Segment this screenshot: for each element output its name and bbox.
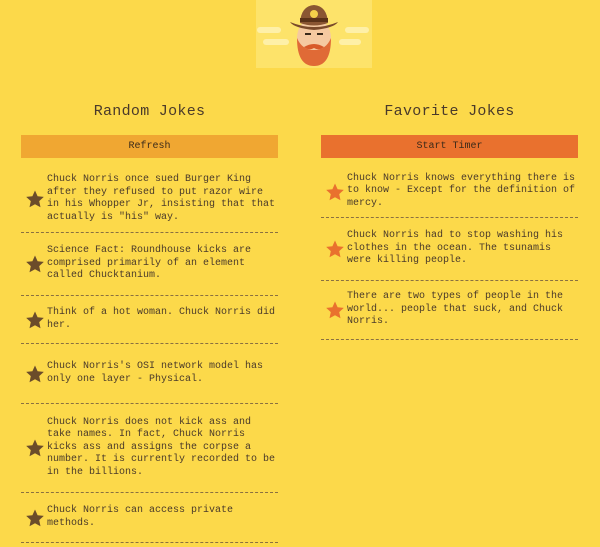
random-joke-text: Chuck Norris can access private methods. bbox=[47, 505, 234, 529]
app-logo bbox=[256, 0, 372, 68]
favorite-joke-item: Chuck Norris knows everything there is t… bbox=[321, 166, 578, 218]
random-joke-item: Think of a hot woman. Chuck Norris did h… bbox=[21, 296, 278, 344]
favorite-joke-text: Chuck Norris knows everything there is t… bbox=[347, 172, 576, 209]
star-icon[interactable] bbox=[25, 189, 45, 209]
favorite-joke-item: Chuck Norris had to stop washing his clo… bbox=[321, 218, 578, 281]
cowboy-face-icon bbox=[257, 5, 369, 66]
random-joke-text: Think of a hot woman. Chuck Norris did h… bbox=[47, 307, 276, 331]
random-jokes-list: Chuck Norris once sued Burger King after… bbox=[21, 166, 278, 543]
random-joke-text: Science Fact: Roundhouse kicks are compr… bbox=[47, 245, 252, 282]
star-icon[interactable] bbox=[325, 300, 345, 320]
star-icon[interactable] bbox=[25, 364, 45, 384]
random-joke-text: Chuck Norris once sued Burger King after… bbox=[47, 174, 276, 223]
star-icon[interactable] bbox=[25, 310, 45, 330]
random-joke-text: Chuck Norris does not kick ass and take … bbox=[47, 416, 276, 478]
star-icon[interactable] bbox=[25, 254, 45, 274]
random-joke-text: Chuck Norris's OSI network model has onl… bbox=[47, 361, 264, 385]
random-joke-item: Chuck Norris's OSI network model has onl… bbox=[21, 344, 278, 404]
star-icon[interactable] bbox=[25, 438, 45, 458]
random-joke-item: Chuck Norris can access private methods. bbox=[21, 493, 278, 543]
favorite-joke-text: Chuck Norris had to stop washing his clo… bbox=[347, 230, 564, 267]
favorite-jokes-column: Favorite Jokes Start Timer Chuck Norris … bbox=[321, 102, 578, 340]
random-joke-item: Chuck Norris once sued Burger King after… bbox=[21, 166, 278, 233]
random-joke-item: Chuck Norris does not kick ass and take … bbox=[21, 404, 278, 493]
favorite-jokes-title: Favorite Jokes bbox=[384, 103, 515, 120]
random-joke-item: Science Fact: Roundhouse kicks are compr… bbox=[21, 233, 278, 296]
star-icon[interactable] bbox=[325, 182, 345, 202]
star-icon[interactable] bbox=[25, 508, 45, 528]
random-jokes-column: Random Jokes Refresh Chuck Norris once s… bbox=[21, 102, 278, 543]
refresh-button[interactable]: Refresh bbox=[21, 135, 278, 158]
random-jokes-title: Random Jokes bbox=[93, 103, 206, 120]
favorite-jokes-list: Chuck Norris knows everything there is t… bbox=[321, 166, 578, 340]
favorite-joke-text: There are two types of people in the wor… bbox=[347, 291, 564, 328]
favorite-joke-item: There are two types of people in the wor… bbox=[321, 281, 578, 340]
star-icon[interactable] bbox=[325, 239, 345, 259]
start-timer-button[interactable]: Start Timer bbox=[321, 135, 578, 158]
